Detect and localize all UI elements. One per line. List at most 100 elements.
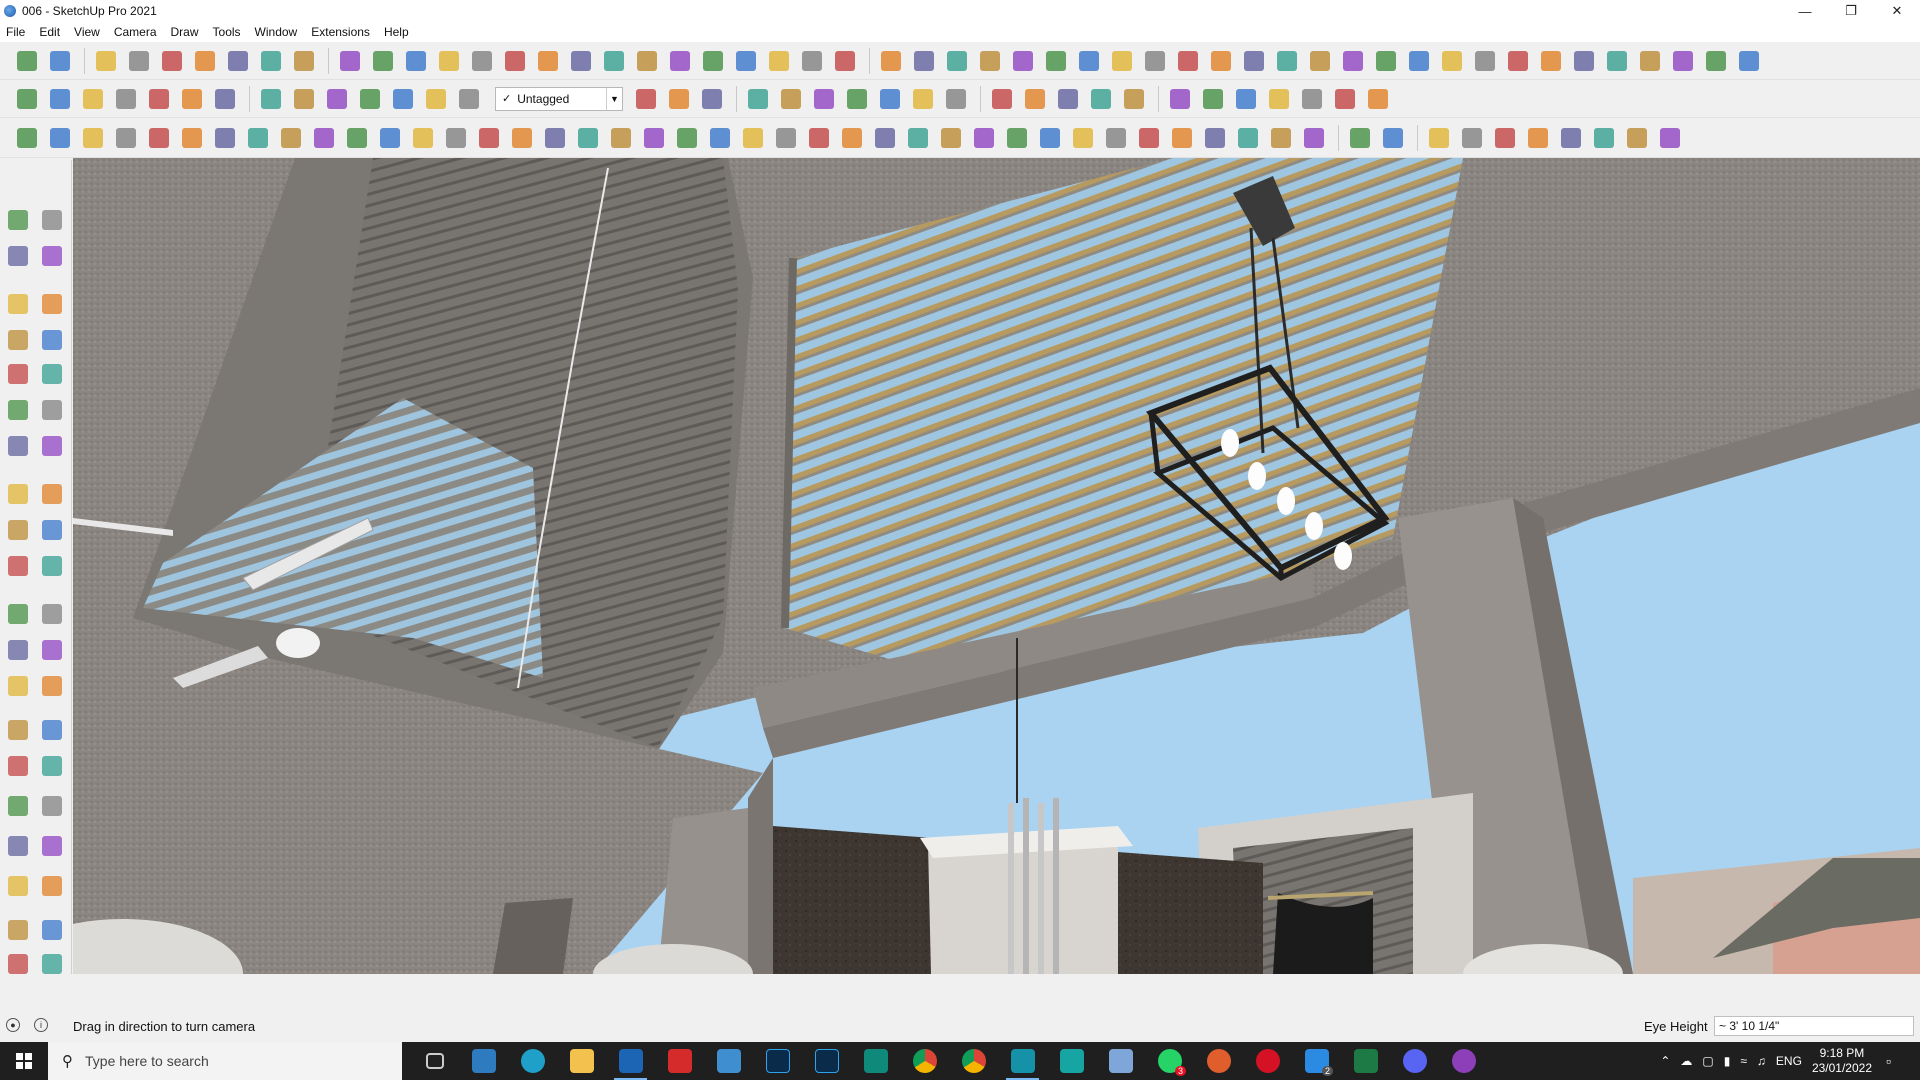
row3-tool-16-icon[interactable] bbox=[540, 123, 570, 153]
left-tool-22-icon[interactable] bbox=[4, 636, 32, 664]
row1-tool-4-icon[interactable] bbox=[157, 46, 187, 76]
row3-tool-9-icon[interactable] bbox=[309, 123, 339, 153]
row2-tool-20-icon[interactable] bbox=[842, 84, 872, 114]
row2-tool-12-icon[interactable] bbox=[421, 84, 451, 114]
row3-tool-46-icon[interactable] bbox=[1556, 123, 1586, 153]
left-tool-34-icon[interactable] bbox=[4, 872, 32, 900]
row1-tool-14-icon[interactable] bbox=[500, 46, 530, 76]
row3-tool-33-icon[interactable] bbox=[1101, 123, 1131, 153]
row1-tool-5-icon[interactable] bbox=[190, 46, 220, 76]
row1-tool-1-icon[interactable] bbox=[45, 46, 75, 76]
left-tool-10-icon[interactable] bbox=[4, 396, 32, 424]
left-tool-1-icon[interactable] bbox=[38, 206, 66, 234]
geo-location-icon[interactable]: ● bbox=[6, 1018, 20, 1032]
notification-icon[interactable]: ▫ bbox=[1886, 1053, 1912, 1069]
left-tool-9-icon[interactable] bbox=[38, 360, 66, 388]
row1-tool-37-icon[interactable] bbox=[1272, 46, 1302, 76]
menu-view[interactable]: View bbox=[74, 25, 100, 39]
onedrive-icon[interactable]: ☁ bbox=[1680, 1054, 1692, 1068]
measurement-input[interactable]: ~ 3' 10 1/4" bbox=[1714, 1016, 1914, 1036]
row1-tool-44-icon[interactable] bbox=[1503, 46, 1533, 76]
row1-tool-34-icon[interactable] bbox=[1173, 46, 1203, 76]
row3-tool-14-icon[interactable] bbox=[474, 123, 504, 153]
menu-tools[interactable]: Tools bbox=[213, 25, 241, 39]
row1-tool-3-icon[interactable] bbox=[124, 46, 154, 76]
row3-tool-40-icon[interactable] bbox=[1345, 123, 1375, 153]
left-tool-0-icon[interactable] bbox=[4, 206, 32, 234]
row1-tool-8-icon[interactable] bbox=[289, 46, 319, 76]
left-tool-24-icon[interactable] bbox=[4, 672, 32, 700]
calculator-icon[interactable] bbox=[459, 1042, 508, 1080]
clock[interactable]: 9:18 PM 23/01/2022 bbox=[1812, 1046, 1872, 1076]
row3-tool-38-icon[interactable] bbox=[1266, 123, 1296, 153]
row3-tool-37-icon[interactable] bbox=[1233, 123, 1263, 153]
edge-icon[interactable] bbox=[508, 1042, 557, 1080]
3d-viewport[interactable] bbox=[73, 158, 1920, 974]
teal-app-icon[interactable] bbox=[851, 1042, 900, 1080]
excel-icon[interactable] bbox=[1341, 1042, 1390, 1080]
row2-tool-19-icon[interactable] bbox=[809, 84, 839, 114]
row2-tool-0-icon[interactable] bbox=[12, 84, 42, 114]
row1-tool-43-icon[interactable] bbox=[1470, 46, 1500, 76]
row3-tool-1-icon[interactable] bbox=[45, 123, 75, 153]
left-tool-19-icon[interactable] bbox=[38, 552, 66, 580]
row3-tool-44-icon[interactable] bbox=[1490, 123, 1520, 153]
row2-tool-28-icon[interactable] bbox=[1119, 84, 1149, 114]
row2-tool-35-icon[interactable] bbox=[1363, 84, 1393, 114]
notes-icon[interactable] bbox=[1096, 1042, 1145, 1080]
left-tool-30-icon[interactable] bbox=[4, 792, 32, 820]
menu-draw[interactable]: Draw bbox=[171, 25, 199, 39]
sketchup-2-icon[interactable] bbox=[998, 1042, 1047, 1080]
left-tool-27-icon[interactable] bbox=[38, 716, 66, 744]
tag-dropdown[interactable]: ✓ Untagged ▼ bbox=[495, 86, 623, 111]
row3-tool-0-icon[interactable] bbox=[12, 123, 42, 153]
row1-tool-13-icon[interactable] bbox=[467, 46, 497, 76]
row3-tool-34-icon[interactable] bbox=[1134, 123, 1164, 153]
row1-tool-36-icon[interactable] bbox=[1239, 46, 1269, 76]
left-tool-35-icon[interactable] bbox=[38, 872, 66, 900]
row2-tool-34-icon[interactable] bbox=[1330, 84, 1360, 114]
row3-tool-27-icon[interactable] bbox=[903, 123, 933, 153]
row1-tool-41-icon[interactable] bbox=[1404, 46, 1434, 76]
row3-tool-43-icon[interactable] bbox=[1457, 123, 1487, 153]
row2-tool-2-icon[interactable] bbox=[78, 84, 108, 114]
menu-edit[interactable]: Edit bbox=[39, 25, 60, 39]
layout-icon[interactable] bbox=[704, 1042, 753, 1080]
row1-tool-22-icon[interactable] bbox=[764, 46, 794, 76]
row2-tool-29-icon[interactable] bbox=[1165, 84, 1195, 114]
photoshop-icon[interactable] bbox=[753, 1042, 802, 1080]
chrome-2-icon[interactable] bbox=[949, 1042, 998, 1080]
row2-tool-23-icon[interactable] bbox=[941, 84, 971, 114]
discord-icon[interactable] bbox=[1390, 1042, 1439, 1080]
row3-tool-29-icon[interactable] bbox=[969, 123, 999, 153]
row3-tool-28-icon[interactable] bbox=[936, 123, 966, 153]
row1-tool-6-icon[interactable] bbox=[223, 46, 253, 76]
left-tool-25-icon[interactable] bbox=[38, 672, 66, 700]
row1-tool-0-icon[interactable] bbox=[12, 46, 42, 76]
row2-tool-10-icon[interactable] bbox=[355, 84, 385, 114]
row1-tool-25-icon[interactable] bbox=[876, 46, 906, 76]
row3-tool-25-icon[interactable] bbox=[837, 123, 867, 153]
row1-tool-38-icon[interactable] bbox=[1305, 46, 1335, 76]
row3-tool-18-icon[interactable] bbox=[606, 123, 636, 153]
row3-tool-13-icon[interactable] bbox=[441, 123, 471, 153]
row2-tool-7-icon[interactable] bbox=[256, 84, 286, 114]
row3-tool-17-icon[interactable] bbox=[573, 123, 603, 153]
row3-tool-41-icon[interactable] bbox=[1378, 123, 1408, 153]
row1-tool-9-icon[interactable] bbox=[335, 46, 365, 76]
left-tool-28-icon[interactable] bbox=[4, 752, 32, 780]
row3-tool-5-icon[interactable] bbox=[177, 123, 207, 153]
row1-tool-46-icon[interactable] bbox=[1569, 46, 1599, 76]
row2-tool-4-icon[interactable] bbox=[144, 84, 174, 114]
left-tool-6-icon[interactable] bbox=[4, 326, 32, 354]
menu-window[interactable]: Window bbox=[255, 25, 298, 39]
close-icon[interactable]: ✕ bbox=[1874, 0, 1920, 22]
row2-tool-30-icon[interactable] bbox=[1198, 84, 1228, 114]
left-tool-13-icon[interactable] bbox=[38, 432, 66, 460]
row1-tool-42-icon[interactable] bbox=[1437, 46, 1467, 76]
row3-tool-31-icon[interactable] bbox=[1035, 123, 1065, 153]
row3-tool-42-icon[interactable] bbox=[1424, 123, 1454, 153]
row1-tool-33-icon[interactable] bbox=[1140, 46, 1170, 76]
row1-tool-23-icon[interactable] bbox=[797, 46, 827, 76]
row1-tool-40-icon[interactable] bbox=[1371, 46, 1401, 76]
